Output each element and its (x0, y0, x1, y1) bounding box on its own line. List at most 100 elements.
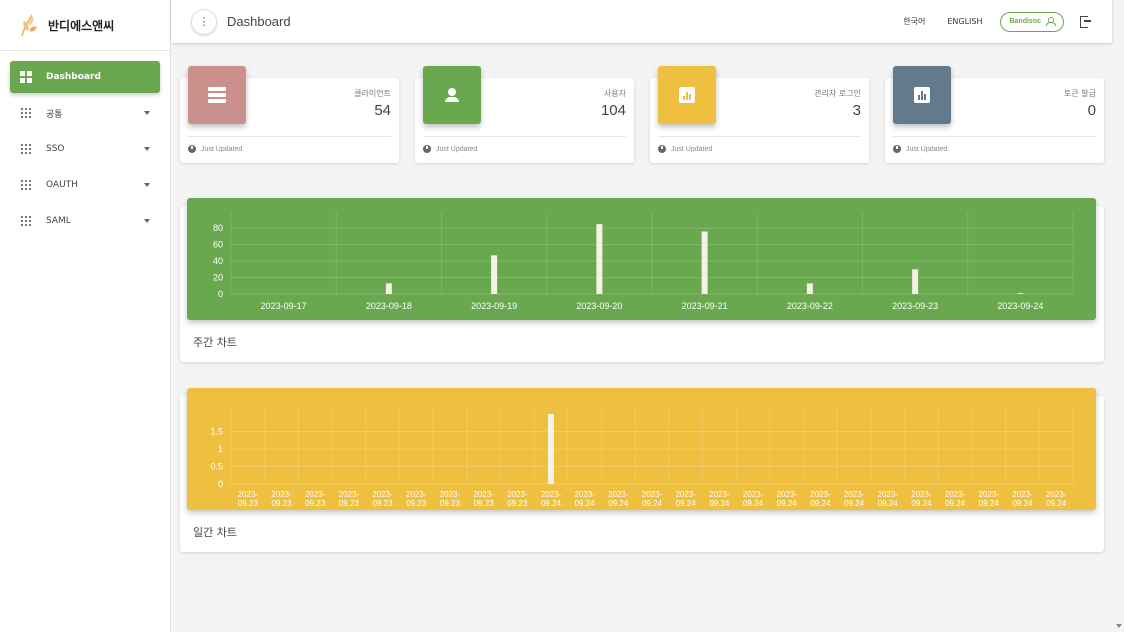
chevron-down-icon (144, 183, 150, 187)
stat-card-clients: 클라이언트 54 Just Updated (180, 66, 399, 163)
x-tick-label: 2023-09-18 (366, 301, 412, 311)
bar (806, 283, 813, 294)
card-value: 0 (1087, 102, 1096, 119)
card-footer-text: Just Updated (436, 145, 478, 153)
x-tick-label: 2023-09-17 (261, 301, 307, 311)
x-tick-label: 2023-09.24 (608, 490, 629, 508)
user-icon (1046, 17, 1056, 26)
x-tick-label: 2023-09.24 (541, 490, 562, 508)
sidebar-item-label: SSO (46, 144, 65, 154)
x-tick-label: 2023-09-19 (471, 301, 517, 311)
brand-name: 반디에스앤씨 (48, 18, 115, 33)
chevron-down-icon (144, 147, 150, 151)
grid-icon (20, 215, 32, 227)
weekly-chart: 0 20 40 60 80 2023-09-17 2023-09-18 2023-09-19 2… (187, 198, 1096, 320)
grid-icon (20, 143, 32, 155)
sidebar-item-sso[interactable]: SSO (10, 133, 160, 165)
sidebar-item-common[interactable]: 공통 (10, 97, 160, 129)
bar (1017, 293, 1024, 294)
bar (385, 283, 392, 294)
menu-toggle-button[interactable]: ⋮ (191, 8, 217, 35)
language-english-link[interactable]: ENGLISH (947, 17, 982, 26)
sidebar-item-saml[interactable]: SAML (10, 205, 160, 237)
stat-card-tokens: 토큰 발급 0 Just Updated (885, 66, 1104, 163)
wheat-logo-icon (21, 14, 37, 37)
weekly-chart-title: 주간 차트 (193, 336, 237, 349)
x-tick-label: 2023-09.23 (440, 490, 461, 508)
x-tick-label: 2023-09.24 (844, 490, 865, 508)
sidebar-item-oauth[interactable]: OAUTH (10, 169, 160, 201)
x-tick-label: 2023-09.24 (810, 490, 831, 508)
sidebar-item-dashboard[interactable]: Dashboard (10, 61, 160, 93)
x-tick-label: 2023-09.24 (979, 490, 1000, 508)
x-tick-label: 2023-09.24 (642, 490, 663, 508)
sidebar: 반디에스앤씨 Dashboard 공통 SSO OAUTH SAML (0, 0, 171, 632)
bar (491, 255, 498, 294)
card-icon-tile (658, 66, 716, 124)
y-tick-label: 1 (218, 444, 223, 454)
clock-icon (423, 145, 431, 153)
x-tick-label: 2023-09.24 (911, 490, 932, 508)
sidebar-nav: Dashboard 공통 SSO OAUTH SAML (0, 51, 170, 237)
bar (912, 269, 919, 294)
clock-icon (188, 145, 196, 153)
x-tick-label: 2023-09-24 (997, 301, 1043, 311)
more-vertical-icon: ⋮ (198, 16, 210, 28)
y-tick-label: 20 (213, 273, 223, 283)
language-korean-link[interactable]: 한국어 (903, 16, 925, 27)
scroll-down-arrow[interactable] (1116, 624, 1122, 628)
x-tick-label: 2023-09-23 (892, 301, 938, 311)
dashboard-icon (20, 71, 32, 83)
x-tick-label: 2023-09.24 (743, 490, 764, 508)
card-footer: Just Updated (188, 136, 391, 153)
x-tick-label: 2023-09.24 (878, 490, 899, 508)
sidebar-item-label: SAML (46, 216, 71, 226)
daily-chart-svg: 0 0.5 1 1.5 2023-09.23 2023-09.23 2023-09.23 20… (210, 406, 1074, 508)
x-tick-label: 2023-09.23 (372, 490, 393, 508)
brand[interactable]: 반디에스앤씨 (0, 0, 170, 51)
weekly-chart-panel: 0 20 40 60 80 2023-09-17 2023-09-18 2023-09-19 2… (180, 198, 1104, 362)
x-tick-label: 2023-09.23 (406, 490, 427, 508)
x-tick-label: 2023-09.23 (271, 490, 292, 508)
y-tick-label: 60 (213, 240, 223, 250)
x-tick-label: 2023-09.24 (1012, 490, 1033, 508)
daily-chart-title: 일간 차트 (193, 526, 237, 539)
x-tick-label: 2023-09.23 (238, 490, 259, 508)
card-footer-text: Just Updated (201, 145, 243, 153)
card-footer: Just Updated (893, 136, 1096, 153)
bar-chart-icon (679, 87, 695, 103)
sidebar-item-label: Dashboard (46, 72, 101, 82)
y-tick-label: 0 (218, 479, 223, 489)
x-tick-label: 2023-09.24 (675, 490, 696, 508)
y-tick-label: 0 (218, 289, 223, 299)
bar (596, 224, 603, 294)
daily-chart-panel: 0 0.5 1 1.5 2023-09.23 2023-09.23 2023-09.23 20… (180, 388, 1104, 552)
x-tick-label: 2023-09.23 (507, 490, 528, 508)
x-tick-label: 2023-09-21 (682, 301, 728, 311)
card-label: 클라이언트 (354, 89, 391, 98)
server-icon (208, 87, 226, 103)
stat-card-admin-logins: 관리자 로그인 3 Just Updated (650, 66, 869, 163)
weekly-chart-svg: 0 20 40 60 80 2023-09-17 2023-09-18 2023-09-19 2… (213, 212, 1074, 311)
card-label: 사용자 (603, 89, 626, 98)
logout-icon[interactable] (1080, 15, 1092, 28)
card-icon-tile (893, 66, 951, 124)
card-value: 3 (852, 102, 861, 119)
card-label: 토큰 발급 (1064, 89, 1096, 98)
card-footer: Just Updated (423, 136, 626, 153)
grid-icon (20, 179, 32, 191)
sidebar-item-label: 공통 (46, 109, 63, 120)
card-footer-text: Just Updated (671, 145, 713, 153)
person-icon (445, 88, 459, 102)
clock-icon (893, 145, 901, 153)
chevron-down-icon (144, 111, 150, 115)
user-menu-button[interactable]: Bandisnc (1000, 11, 1064, 32)
bar (701, 231, 708, 294)
y-tick-label: 80 (213, 223, 223, 233)
grid-icon (20, 107, 32, 119)
x-tick-label: 2023-09.24 (709, 490, 730, 508)
card-footer-text: Just Updated (906, 145, 948, 153)
card-label: 관리자 로그인 (814, 89, 861, 98)
x-tick-label: 2023-09-20 (576, 301, 622, 311)
sidebar-item-label: OAUTH (46, 180, 78, 190)
